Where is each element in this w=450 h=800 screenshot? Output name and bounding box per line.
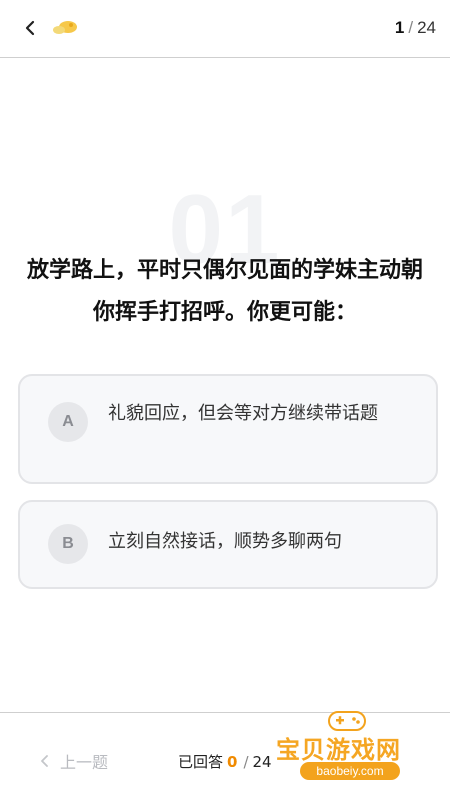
option-b[interactable]: B 立刻自然接话，顺势多聊两句 — [18, 500, 438, 589]
answered-count: 0 — [227, 753, 238, 771]
previous-question-button[interactable]: 上一题 — [40, 749, 108, 773]
option-text: 立刻自然接话，顺势多聊两句 — [108, 531, 342, 552]
chevron-left-icon — [41, 755, 48, 767]
quiz-page: 1/24 0 1 放学路上，平时只偶尔见面的学妹主动朝你挥手打招呼。你更可能： A… — [0, 0, 450, 800]
previous-question-label: 上一题 — [60, 753, 109, 772]
option-letter-badge: A — [48, 402, 88, 442]
question-progress: 1/24 — [395, 18, 436, 38]
back-button[interactable] — [16, 14, 44, 42]
answered-total: 24 — [252, 753, 272, 771]
site-watermark: 宝贝游戏网 baobeiy.com — [270, 702, 430, 792]
answered-label: 已回答 — [178, 753, 224, 771]
option-a[interactable]: A 礼貌回应，但会等对方继续带话题 — [18, 374, 438, 484]
chevron-left-icon — [25, 20, 35, 36]
progress-current: 1 — [394, 18, 405, 37]
question-text: 放学路上，平时只偶尔见面的学妹主动朝你挥手打招呼。你更可能： — [26, 258, 423, 325]
option-letter-badge: B — [48, 524, 88, 564]
progress-total: 24 — [417, 18, 436, 37]
answered-separator: / — [243, 753, 249, 771]
watermark-title: 宝贝游戏网 — [276, 736, 401, 764]
app-logo-icon — [52, 18, 78, 38]
top-bar: 1/24 — [0, 0, 450, 58]
option-text: 礼貌回应，但会等对方继续带话题 — [108, 403, 378, 424]
progress-separator: / — [408, 18, 414, 37]
watermark-url: baobeiy.com — [300, 762, 400, 780]
answered-counter: 已回答 0 /24 — [178, 751, 272, 772]
